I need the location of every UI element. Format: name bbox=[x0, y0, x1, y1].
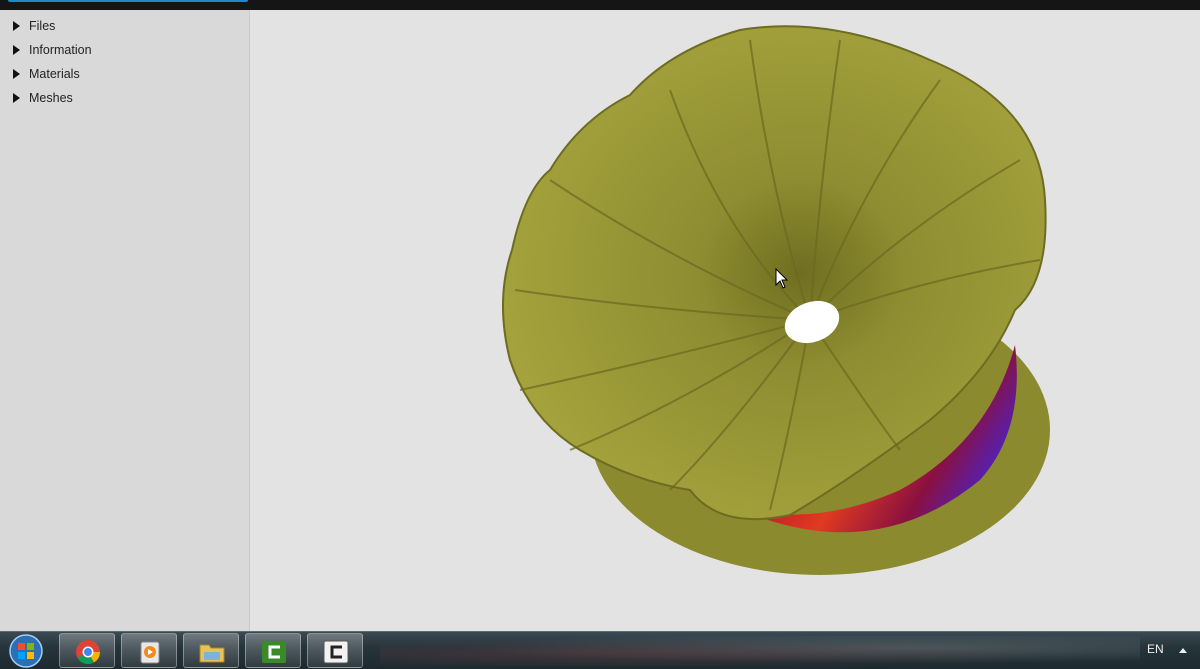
camtasia-icon bbox=[262, 641, 286, 663]
language-indicator[interactable]: EN bbox=[1147, 642, 1164, 656]
tree-item-materials[interactable]: Materials bbox=[0, 62, 249, 86]
taskbar-media-player-button[interactable] bbox=[121, 633, 177, 668]
taskbar-file-explorer-button[interactable] bbox=[183, 633, 239, 668]
chrome-icon bbox=[76, 640, 100, 665]
taskbar-wallpaper-glow bbox=[380, 636, 1140, 666]
windows-taskbar: EN bbox=[0, 631, 1200, 669]
tree-item-label: Materials bbox=[29, 67, 80, 81]
taskbar-chrome-button[interactable] bbox=[59, 633, 115, 668]
mouse-cursor-icon bbox=[775, 268, 789, 289]
3d-model-render bbox=[501, 25, 1050, 575]
camtasia-recorder-icon bbox=[323, 640, 349, 664]
tree-item-label: Files bbox=[29, 19, 56, 33]
show-hidden-icons-icon[interactable] bbox=[1179, 648, 1187, 653]
active-tab-indicator bbox=[8, 0, 248, 2]
expand-arrow-icon[interactable] bbox=[13, 21, 20, 31]
tree-item-meshes[interactable]: Meshes bbox=[0, 86, 249, 110]
start-button[interactable] bbox=[4, 633, 48, 669]
taskbar-camtasia-button[interactable] bbox=[245, 633, 301, 668]
tree-item-label: Information bbox=[29, 43, 92, 57]
media-player-icon bbox=[140, 641, 160, 664]
top-bar bbox=[0, 0, 1200, 10]
expand-arrow-icon[interactable] bbox=[13, 93, 20, 103]
taskbar-camtasia-recorder-button[interactable] bbox=[307, 633, 363, 668]
expand-arrow-icon[interactable] bbox=[13, 45, 20, 55]
tree-item-information[interactable]: Information bbox=[0, 38, 249, 62]
3d-viewport[interactable] bbox=[250, 10, 1200, 631]
tree-item-files[interactable]: Files bbox=[0, 14, 249, 38]
file-explorer-icon bbox=[199, 644, 225, 663]
expand-arrow-icon[interactable] bbox=[13, 69, 20, 79]
sidebar-tree: Files Information Materials Meshes bbox=[0, 10, 250, 631]
tree-item-label: Meshes bbox=[29, 91, 73, 105]
